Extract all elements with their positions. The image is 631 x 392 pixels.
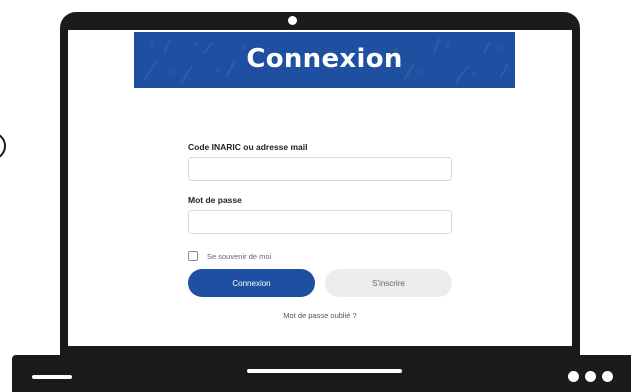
- password-input[interactable]: [188, 210, 452, 234]
- header-banner: Connexion: [134, 32, 515, 88]
- remember-me-row: Se souvenir de moi: [188, 251, 452, 261]
- remember-me-label[interactable]: Se souvenir de moi: [207, 252, 271, 261]
- page-title: Connexion: [246, 44, 403, 74]
- login-button[interactable]: Connexion: [188, 269, 315, 297]
- signup-button[interactable]: S'inscrire: [325, 269, 452, 297]
- three-dots-icon: [568, 371, 613, 382]
- password-field-label: Mot de passe: [188, 195, 242, 205]
- laptop-screen: Connexion Code INARIC ou adresse mail Mo…: [68, 30, 572, 346]
- remember-me-checkbox[interactable]: [188, 251, 198, 261]
- forgot-password-link[interactable]: Mot de passe oublié ?: [188, 311, 452, 320]
- laptop-illustration: Connexion Code INARIC ou adresse mail Mo…: [0, 0, 631, 392]
- base-line-left: [32, 375, 72, 379]
- login-form: Code INARIC ou adresse mail Mot de passe…: [188, 142, 452, 320]
- action-buttons: Connexion S'inscrire: [188, 269, 452, 297]
- login-input[interactable]: [188, 157, 452, 181]
- edge-circle-decoration: [0, 132, 6, 160]
- laptop-base: [12, 355, 631, 392]
- laptop-bezel: Connexion Code INARIC ou adresse mail Mo…: [60, 12, 580, 366]
- base-line-center: [247, 369, 402, 373]
- camera-dot-icon: [288, 16, 297, 25]
- login-field-label: Code INARIC ou adresse mail: [188, 142, 308, 152]
